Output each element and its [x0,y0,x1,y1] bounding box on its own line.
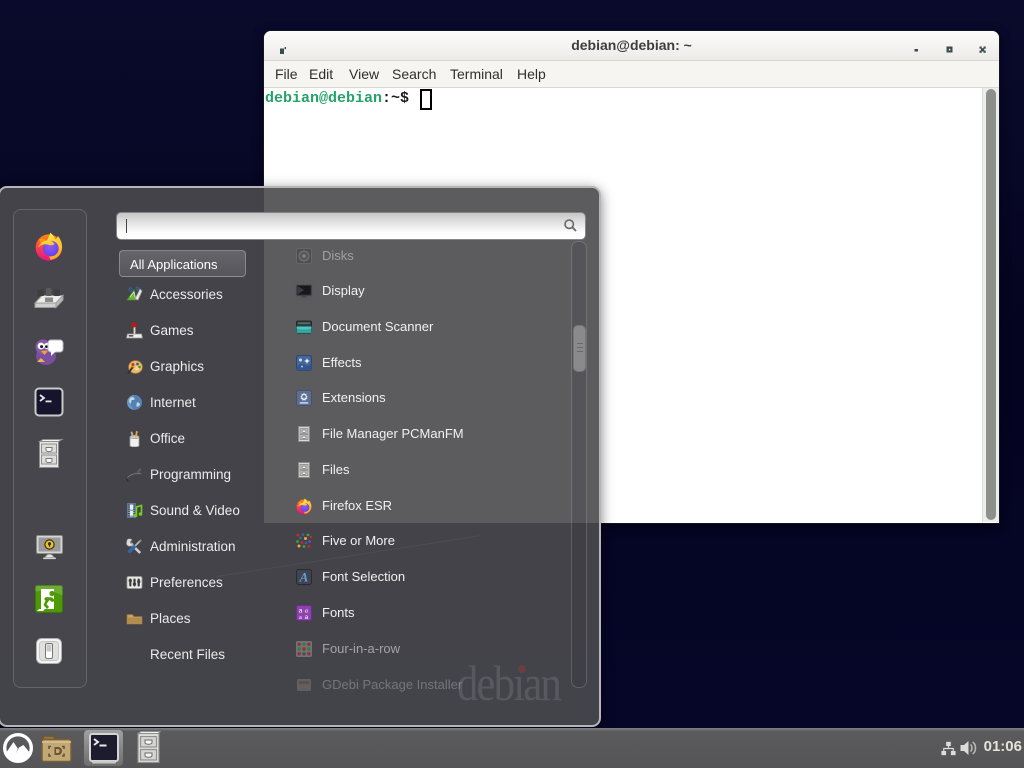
svg-text:A: A [299,570,309,585]
svg-text:a: a [305,614,309,621]
svg-text:a: a [299,614,302,621]
